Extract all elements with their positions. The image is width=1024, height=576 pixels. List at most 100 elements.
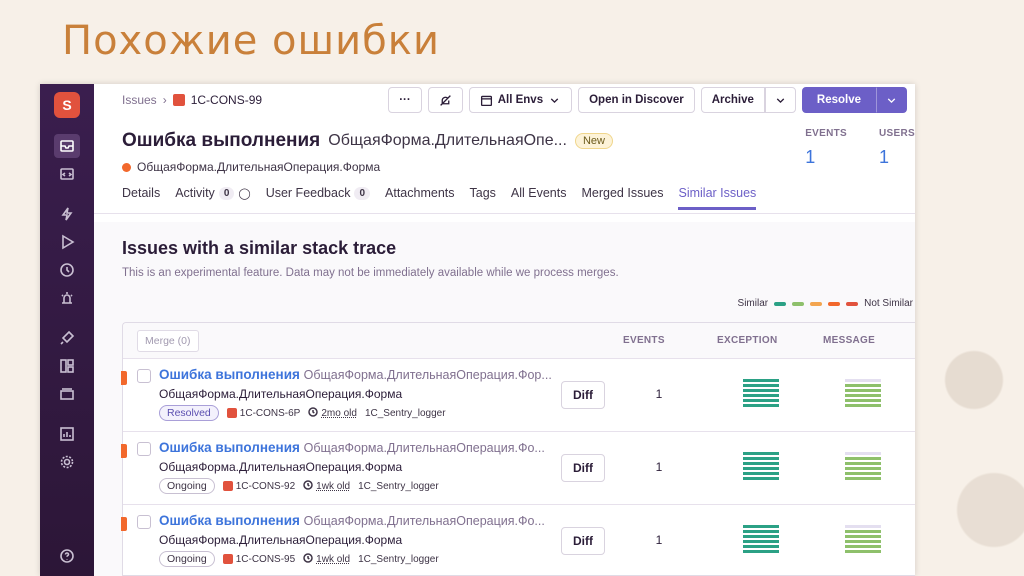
issue-age[interactable]: 2mo old (321, 408, 357, 419)
message-similarity-bars (845, 525, 881, 553)
env-selector[interactable]: All Envs (468, 87, 573, 113)
tab-merged-issues[interactable]: Merged Issues (582, 180, 664, 210)
tab-tags[interactable]: Tags (470, 180, 496, 210)
dashboards-icon[interactable] (54, 354, 80, 378)
issues-icon[interactable] (54, 134, 80, 158)
row-title-link[interactable]: Ошибка выполнения (159, 367, 300, 382)
help-icon[interactable] (54, 544, 80, 568)
table-header: Merge (0) EVENTS EXCEPTION MESSAGE (123, 323, 915, 359)
legend-similar: Similar (737, 298, 769, 309)
more-actions-button[interactable]: ··· (388, 87, 422, 113)
issue-age[interactable]: 1wk old (316, 554, 350, 565)
archive-dropdown-button[interactable] (764, 87, 796, 113)
error-level-indicator (121, 444, 127, 458)
events-count[interactable]: 1 (805, 147, 847, 168)
resolve-split-button: Resolve (801, 87, 907, 113)
slide-title: Похожие ошибки (62, 18, 440, 64)
bell-off-icon (439, 94, 451, 106)
alerts-icon[interactable] (54, 286, 80, 310)
projects-icon[interactable] (54, 162, 80, 186)
row-meta: Ongoing 1C-CONS-92 1wk old 1C_Sentry_log… (159, 478, 439, 494)
message-similarity-bars (845, 379, 881, 407)
similar-issues-content: Issues with a similar stack trace This i… (94, 222, 915, 576)
issue-culprit: ОбщаяФорма.ДлительнаяОперация.Форма (137, 160, 381, 174)
issue-header: Ошибка выполнения ОбщаяФорма.ДлительнаяО… (94, 116, 915, 180)
resolve-dropdown-button[interactable] (876, 87, 907, 113)
breadcrumb-issues[interactable]: Issues (122, 93, 157, 107)
row-culprit: ОбщаяФорма.ДлительнаяОперация.Форма (159, 387, 403, 401)
issue-type-icon (222, 481, 233, 491)
diff-button[interactable]: Diff (561, 527, 605, 555)
chevron-right-icon: › (162, 93, 167, 107)
short-id[interactable]: 1C-CONS-92 (236, 481, 295, 492)
legend-swatch (828, 301, 841, 306)
row-events-count: 1 (655, 460, 663, 474)
open-in-discover-button[interactable]: Open in Discover (578, 87, 695, 113)
row-events-count: 1 (655, 387, 663, 401)
tab-label: Attachments (385, 186, 455, 200)
issue-age[interactable]: 1wk old (316, 481, 350, 492)
users-count[interactable]: 1 (879, 147, 915, 168)
sidebar: S (40, 84, 94, 576)
replays-icon[interactable] (54, 230, 80, 254)
row-checkbox[interactable] (137, 515, 151, 529)
row-checkbox[interactable] (137, 442, 151, 456)
col-events: EVENTS (623, 335, 665, 346)
tab-activity[interactable]: Activity 0 ◯ (175, 180, 250, 210)
short-id[interactable]: 1C-CONS-95 (236, 554, 295, 565)
table-row[interactable]: Ошибка выполнения ОбщаяФорма.ДлительнаяО… (121, 505, 915, 576)
diff-button[interactable]: Diff (561, 454, 605, 482)
resolve-button[interactable]: Resolve (801, 87, 876, 113)
performance-icon[interactable] (54, 202, 80, 226)
merge-button[interactable]: Merge (0) (137, 329, 199, 352)
tab-label: Tags (469, 186, 496, 200)
message-similarity-bars (845, 452, 881, 480)
calendar-icon (480, 95, 492, 106)
tab-count: 0 (218, 186, 235, 200)
releases-icon[interactable] (54, 258, 80, 282)
issue-title: Ошибка выполнения (122, 130, 321, 151)
users-label: USERS (879, 128, 915, 139)
exception-similarity-bars (743, 525, 779, 553)
row-title-link[interactable]: Ошибка выполнения (159, 513, 300, 528)
stats-icon[interactable] (54, 422, 80, 446)
error-level-indicator (121, 371, 127, 385)
table-row[interactable]: Ошибка выполнения ОбщаяФорма.ДлительнаяО… (121, 359, 915, 432)
tab-similar-issues[interactable]: Similar Issues (678, 180, 757, 210)
tab-all-events[interactable]: All Events (511, 180, 567, 210)
row-culprit: ОбщаяФорма.ДлительнаяОперация.Форма (159, 460, 403, 474)
status-badge: Ongoing (159, 551, 215, 567)
background-gears (904, 300, 1024, 576)
tab-details[interactable]: Details (122, 180, 160, 210)
row-events-count: 1 (655, 533, 663, 547)
archive-icon[interactable] (54, 382, 80, 406)
row-title-rest: ОбщаяФорма.ДлительнаяОперация.Фо... (303, 514, 545, 528)
row-culprit: ОбщаяФорма.ДлительнаяОперация.Форма (159, 533, 403, 547)
issue-type-icon (222, 554, 233, 564)
issue-tabs: Details Activity 0 ◯ User Feedback 0 Attach… (94, 180, 915, 214)
tab-attachments[interactable]: Attachments (385, 180, 454, 210)
org-logo[interactable]: S (54, 92, 80, 118)
tab-user-feedback[interactable]: User Feedback 0 (266, 180, 371, 210)
row-title-rest: ОбщаяФорма.ДлительнаяОперация.Фор... (303, 368, 552, 382)
row-meta: Ongoing 1C-CONS-95 1wk old 1C_Sentry_log… (159, 551, 439, 567)
discover-icon[interactable] (54, 326, 80, 350)
table-row[interactable]: Ошибка выполнения ОбщаяФорма.ДлительнаяО… (121, 432, 915, 505)
topbar: Issues › 1C-CONS-99 ··· All Envs Open in… (94, 84, 915, 116)
diff-button[interactable]: Diff (561, 381, 605, 409)
exception-similarity-bars (743, 452, 779, 480)
settings-icon[interactable] (54, 450, 80, 474)
exception-similarity-bars (743, 379, 779, 407)
mute-button[interactable] (427, 87, 463, 113)
tab-count: 0 (354, 186, 371, 200)
row-title-link[interactable]: Ошибка выполнения (159, 440, 300, 455)
clock-icon (303, 480, 313, 492)
tab-label: Similar Issues (678, 186, 757, 200)
archive-button[interactable]: Archive (700, 87, 765, 113)
table-body: Ошибка выполнения ОбщаяФорма.ДлительнаяО… (121, 359, 915, 576)
row-checkbox[interactable] (137, 369, 151, 383)
chevron-down-icon (776, 97, 785, 103)
short-id[interactable]: 1C-CONS-6P (240, 408, 301, 419)
env-selector-label: All Envs (497, 94, 544, 106)
breadcrumb-current: 1C-CONS-99 (190, 93, 263, 107)
